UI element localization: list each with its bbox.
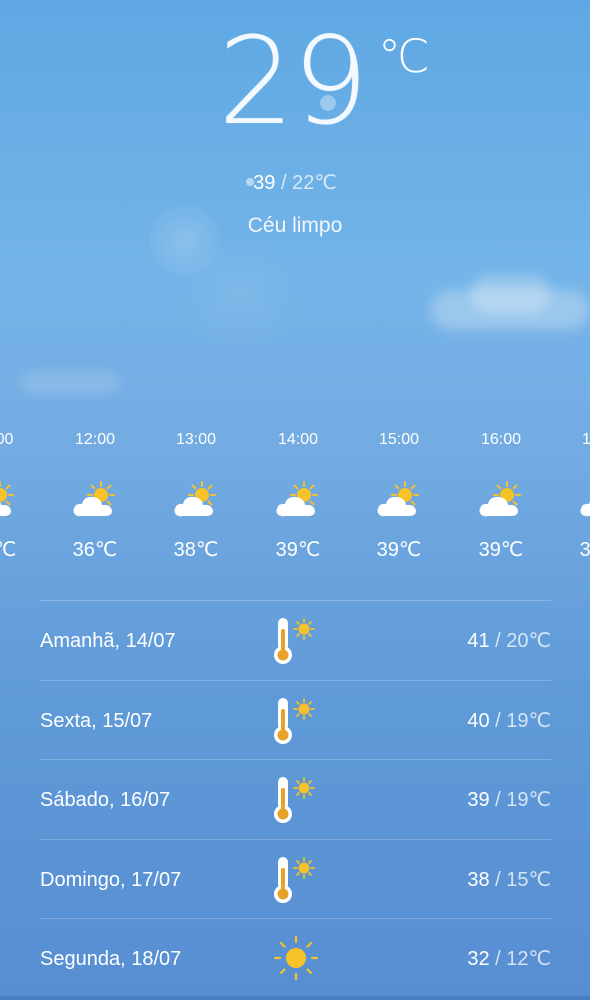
day-label: Domingo, 17/07: [40, 868, 182, 891]
range-separator: /: [495, 948, 501, 970]
temperature-unit: ℃: [378, 29, 430, 83]
hot-thermometer-icon: [272, 615, 320, 665]
range-separator: /: [495, 709, 501, 732]
weather-screen: 29 ℃ 39 / 22℃ Céu limpo 11:00 34℃ 12:00 36℃…: [0, 0, 590, 1000]
day-range: 41 / 20℃: [467, 627, 551, 655]
hour-temperature: 39℃: [275, 539, 321, 561]
partly-cloudy-icon: [580, 481, 590, 521]
partly-cloudy-icon: [174, 481, 218, 521]
condition-text: Céu limpo: [247, 214, 343, 237]
background-cloud: [20, 372, 120, 394]
day-range: 32 / 12℃: [467, 945, 551, 973]
day-low: 12℃: [506, 948, 551, 970]
bottom-edge: [0, 996, 590, 1000]
day-high: 38: [467, 868, 490, 891]
current-temperature-value: 29: [218, 13, 369, 152]
hour-time: 16:00: [480, 431, 522, 448]
day-low: 15℃: [506, 868, 551, 891]
today-high: 39: [253, 172, 276, 194]
day-high: 39: [467, 789, 490, 811]
day-range: 38 / 15℃: [467, 866, 551, 894]
daily-row[interactable]: Amanhã, 14/07 41 / 20℃: [40, 600, 551, 680]
partly-cloudy-icon: [377, 481, 421, 521]
day-high: 40: [467, 709, 490, 732]
background-cloud: [470, 275, 550, 313]
day-label: Amanhã, 14/07: [40, 630, 176, 652]
hot-thermometer-icon: [272, 854, 320, 904]
hour-time: 11:00: [0, 431, 14, 448]
hour-time: 17:00: [581, 431, 590, 448]
range-separator: /: [280, 172, 287, 194]
day-label: Segunda, 18/07: [40, 948, 182, 970]
today-low: 22℃: [292, 172, 337, 194]
day-range: 40 / 19℃: [467, 707, 551, 735]
partly-cloudy-icon: [276, 481, 320, 521]
hour-time: 15:00: [378, 431, 420, 448]
day-low: 19℃: [506, 789, 551, 811]
hourly-forecast[interactable]: 11:00 34℃ 12:00 36℃ 13:00 38℃ 14:00 39℃ 15:00 39℃…: [0, 425, 590, 585]
daily-forecast: Amanhã, 14/07 41 / 20℃ Sexta, 15/07 40 / 19…: [40, 600, 551, 998]
partly-cloudy-icon: [479, 481, 523, 521]
range-separator: /: [495, 630, 501, 652]
hour-time: 14:00: [277, 431, 319, 448]
hour-temperature: 38℃: [173, 539, 219, 561]
hourly-item[interactable]: 13:00 38℃: [146, 425, 246, 565]
hour-temperature: 38℃: [579, 539, 590, 561]
day-label: Sexta, 15/07: [40, 709, 153, 732]
range-separator: /: [495, 789, 501, 811]
hourly-item[interactable]: 14:00 39℃: [248, 425, 348, 565]
day-high: 41: [467, 630, 490, 652]
background-cloud: [430, 290, 590, 330]
hourly-item[interactable]: 12:00 36℃: [45, 425, 145, 565]
hourly-item[interactable]: 11:00 34℃: [0, 425, 44, 565]
day-range: 39 / 19℃: [467, 786, 551, 814]
day-high: 32: [467, 948, 490, 970]
hour-temperature: 36℃: [72, 539, 118, 561]
sunny-icon: [272, 933, 320, 983]
hot-thermometer-icon: [272, 774, 320, 824]
partly-cloudy-icon: [73, 481, 117, 521]
daily-row[interactable]: Domingo, 17/07 38 / 15℃: [40, 838, 551, 919]
hourly-item[interactable]: 16:00 39℃: [451, 425, 551, 565]
daily-row[interactable]: Segunda, 18/07 32 / 12℃: [40, 918, 551, 998]
hour-time: 13:00: [175, 431, 217, 448]
hour-time: 12:00: [74, 431, 116, 448]
daily-row[interactable]: Sábado, 16/07 39 / 19℃: [40, 759, 551, 839]
hourly-item[interactable]: 17:00 38℃: [552, 425, 590, 565]
lens-flare: [180, 235, 300, 355]
hour-temperature: 39℃: [376, 539, 422, 561]
partly-cloudy-icon: [0, 481, 16, 521]
day-label: Sábado, 16/07: [40, 789, 171, 811]
day-low: 20℃: [506, 630, 551, 652]
today-range: 39 / 22℃: [0, 170, 590, 195]
day-low: 19℃: [506, 709, 551, 732]
daily-row[interactable]: Sexta, 15/07 40 / 19℃: [40, 679, 551, 760]
hourly-item[interactable]: 15:00 39℃: [349, 425, 449, 565]
current-temperature[interactable]: 29 ℃: [0, 18, 590, 148]
hour-temperature: 39℃: [478, 539, 524, 561]
range-separator: /: [495, 868, 501, 891]
hour-temperature: 34℃: [0, 539, 17, 561]
hot-thermometer-icon: [272, 695, 320, 745]
